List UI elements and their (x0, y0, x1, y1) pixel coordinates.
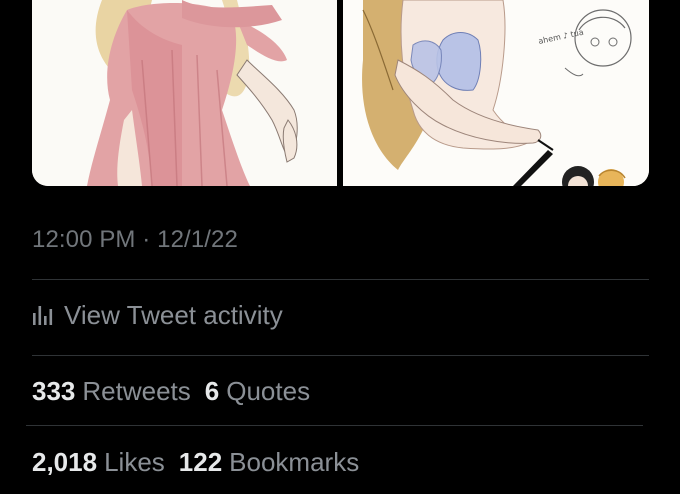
quotes-label: Quotes (226, 376, 311, 406)
analytics-bars-icon (33, 306, 53, 325)
illustration-pink-dress (32, 0, 337, 186)
media-image-right[interactable]: ahem ♪ tua (343, 0, 649, 186)
divider (32, 279, 649, 280)
illustration-sketch-page: ahem ♪ tua (343, 0, 649, 186)
retweets-stat[interactable]: 333 Retweets (32, 376, 191, 407)
divider (32, 355, 649, 356)
tweet-media-grid: ahem ♪ tua (32, 0, 649, 186)
stats-row-retweets-quotes: 333 Retweets 6 Quotes (32, 376, 324, 407)
retweets-label: Retweets (82, 376, 191, 406)
tweet-timestamp[interactable]: 12:00 PM · 12/1/22 (32, 226, 238, 254)
bookmarks-stat[interactable]: 122 Bookmarks (179, 447, 359, 478)
bookmarks-label: Bookmarks (229, 447, 360, 477)
divider (26, 425, 643, 426)
likes-label: Likes (104, 447, 165, 477)
likes-stat[interactable]: 2,018 Likes (32, 447, 165, 478)
bookmarks-count: 122 (178, 447, 223, 477)
view-tweet-activity-link[interactable]: View Tweet activity (32, 297, 283, 333)
media-image-left[interactable] (32, 0, 337, 186)
view-tweet-activity-label: View Tweet activity (64, 299, 283, 330)
stats-row-likes-bookmarks: 2,018 Likes 122 Bookmarks (32, 447, 373, 478)
likes-count: 2,018 (32, 447, 98, 477)
quotes-stat[interactable]: 6 Quotes (205, 376, 310, 407)
retweets-count: 333 (32, 376, 76, 406)
quotes-count: 6 (204, 376, 220, 406)
